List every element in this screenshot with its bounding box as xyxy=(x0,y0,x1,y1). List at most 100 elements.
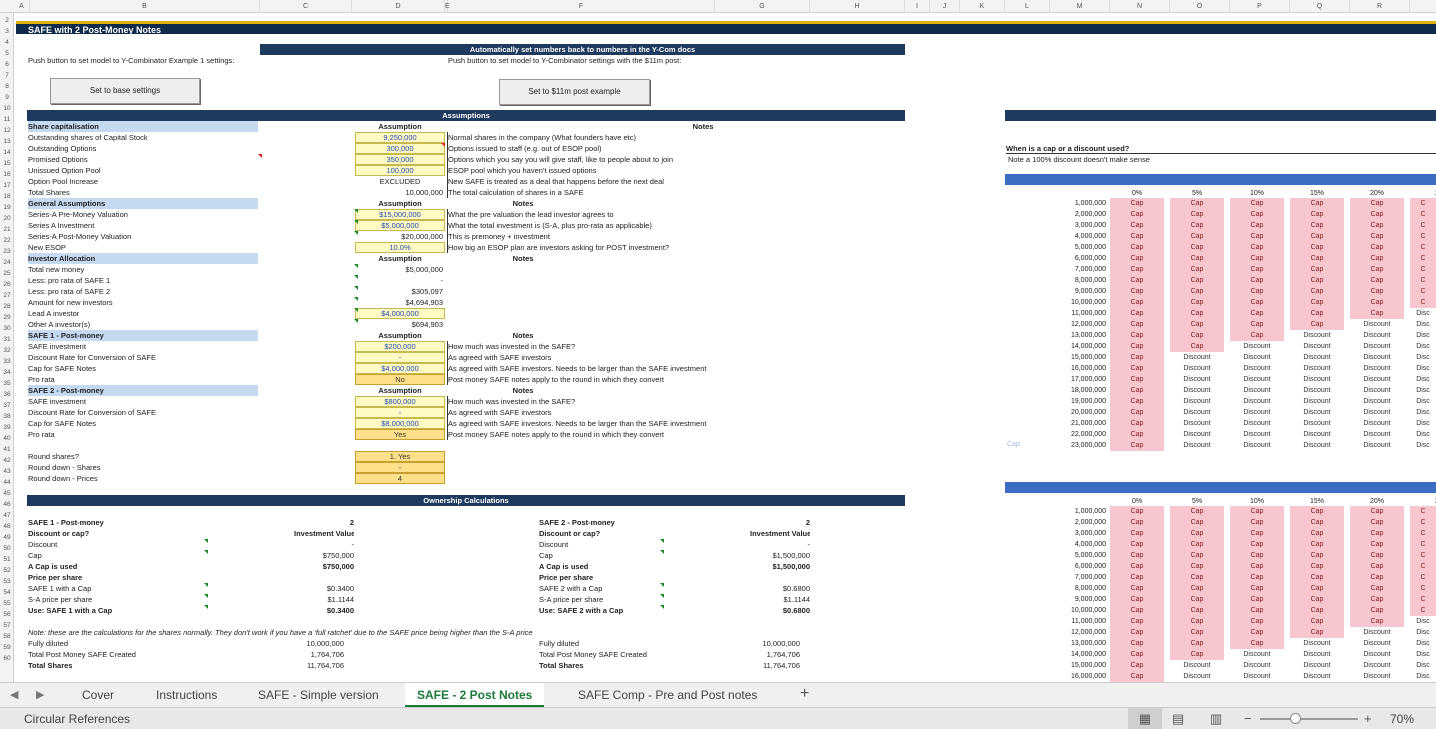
row-number[interactable]: 17 xyxy=(0,180,14,191)
row-number[interactable]: 21 xyxy=(0,224,14,235)
column-header[interactable]: M xyxy=(1050,0,1110,13)
column-header[interactable]: L xyxy=(1005,0,1050,13)
row-number[interactable]: 58 xyxy=(0,631,14,642)
assumption-select[interactable]: Yes xyxy=(355,429,445,440)
row-number[interactable]: 35 xyxy=(0,378,14,389)
column-header[interactable]: R xyxy=(1350,0,1410,13)
row-number[interactable]: 10 xyxy=(0,103,14,114)
row-number[interactable]: 50 xyxy=(0,543,14,554)
assumption-input[interactable]: $4,000,000 xyxy=(355,363,445,374)
set-base-button[interactable]: Set to base settings xyxy=(50,78,200,104)
prev-sheet-icon[interactable]: ◀ xyxy=(10,688,18,701)
assumption-input[interactable]: - xyxy=(355,352,445,363)
column-header[interactable]: D xyxy=(352,0,445,13)
row-number[interactable]: 7 xyxy=(0,70,14,81)
row-number[interactable]: 26 xyxy=(0,279,14,290)
row-number[interactable]: 45 xyxy=(0,488,14,499)
column-header[interactable]: G xyxy=(715,0,810,13)
set-11m-button[interactable]: Set to $11m post example xyxy=(499,79,650,105)
column-header[interactable]: P xyxy=(1230,0,1290,13)
column-header[interactable]: A xyxy=(14,0,30,13)
page-break-icon[interactable]: ▥ xyxy=(1210,708,1222,729)
zoom-slider-thumb[interactable] xyxy=(1290,713,1301,724)
row-number[interactable]: 4 xyxy=(0,37,14,48)
row-number[interactable]: 9 xyxy=(0,92,14,103)
row-number[interactable]: 19 xyxy=(0,202,14,213)
column-header[interactable]: H xyxy=(810,0,905,13)
row-number[interactable]: 33 xyxy=(0,356,14,367)
add-sheet-icon[interactable]: + xyxy=(800,685,809,703)
assumption-select[interactable]: 4 xyxy=(355,473,445,484)
row-number[interactable]: 20 xyxy=(0,213,14,224)
assumption-input[interactable]: - xyxy=(355,407,445,418)
tab-safe-2-post-notes[interactable]: SAFE - 2 Post Notes xyxy=(405,683,545,707)
row-number[interactable]: 52 xyxy=(0,565,14,576)
tab-safe-simple-version[interactable]: SAFE - Simple version xyxy=(246,683,391,707)
row-number[interactable]: 32 xyxy=(0,345,14,356)
row-number[interactable]: 8 xyxy=(0,81,14,92)
page-layout-icon[interactable]: ▤ xyxy=(1172,708,1184,729)
column-header[interactable]: B xyxy=(30,0,260,13)
assumption-select[interactable]: 1. Yes xyxy=(355,451,445,462)
row-number[interactable]: 31 xyxy=(0,334,14,345)
row-number[interactable]: 27 xyxy=(0,290,14,301)
row-number[interactable]: 18 xyxy=(0,191,14,202)
tab-safe-comp-pre-and-post-notes[interactable]: SAFE Comp - Pre and Post notes xyxy=(566,683,769,707)
assumption-input[interactable]: 350,000 xyxy=(355,154,445,165)
column-header[interactable]: F xyxy=(448,0,715,13)
assumption-select[interactable]: No xyxy=(355,374,445,385)
row-number[interactable]: 28 xyxy=(0,301,14,312)
assumption-input[interactable]: $4,000,000 xyxy=(355,308,445,319)
assumption-input[interactable]: $5,000,000 xyxy=(355,220,445,231)
column-header[interactable]: O xyxy=(1170,0,1230,13)
row-number[interactable]: 3 xyxy=(0,26,14,37)
assumption-input[interactable]: $200,000 xyxy=(355,341,445,352)
row-number[interactable]: 60 xyxy=(0,653,14,664)
column-header[interactable]: J xyxy=(930,0,960,13)
row-number[interactable]: 11 xyxy=(0,114,14,125)
zoom-in-icon[interactable]: + xyxy=(1364,708,1372,729)
row-number[interactable]: 5 xyxy=(0,48,14,59)
row-number[interactable]: 14 xyxy=(0,147,14,158)
assumption-input[interactable]: 300,000 xyxy=(355,143,445,154)
row-number[interactable]: 15 xyxy=(0,158,14,169)
zoom-out-icon[interactable]: − xyxy=(1244,708,1252,729)
row-number[interactable]: 37 xyxy=(0,400,14,411)
row-number[interactable]: 29 xyxy=(0,312,14,323)
tab-instructions[interactable]: Instructions xyxy=(144,683,229,707)
row-number[interactable]: 46 xyxy=(0,499,14,510)
row-number[interactable]: 51 xyxy=(0,554,14,565)
row-number[interactable]: 42 xyxy=(0,455,14,466)
assumption-input[interactable]: $15,000,000 xyxy=(355,209,445,220)
row-number[interactable]: 38 xyxy=(0,411,14,422)
assumption-input[interactable]: $800,000 xyxy=(355,396,445,407)
row-number[interactable]: 59 xyxy=(0,642,14,653)
next-sheet-icon[interactable]: ▶ xyxy=(36,688,44,701)
row-number[interactable]: 2 xyxy=(0,15,14,26)
row-number[interactable]: 55 xyxy=(0,598,14,609)
row-number[interactable]: 34 xyxy=(0,367,14,378)
zoom-slider[interactable] xyxy=(1260,713,1358,724)
row-number[interactable]: 48 xyxy=(0,521,14,532)
row-number[interactable]: 47 xyxy=(0,510,14,521)
row-number[interactable]: 40 xyxy=(0,433,14,444)
row-number[interactable]: 44 xyxy=(0,477,14,488)
row-number[interactable]: 23 xyxy=(0,246,14,257)
assumption-input[interactable]: $8,000,000 xyxy=(355,418,445,429)
row-number[interactable]: 54 xyxy=(0,587,14,598)
assumption-input[interactable]: 10.0% xyxy=(355,242,445,253)
row-number[interactable]: 43 xyxy=(0,466,14,477)
row-number[interactable]: 12 xyxy=(0,125,14,136)
row-number[interactable]: 16 xyxy=(0,169,14,180)
column-header[interactable]: K xyxy=(960,0,1005,13)
row-number[interactable]: 13 xyxy=(0,136,14,147)
row-number[interactable]: 56 xyxy=(0,609,14,620)
row-number[interactable]: 22 xyxy=(0,235,14,246)
column-header[interactable]: C xyxy=(260,0,352,13)
row-number[interactable]: 49 xyxy=(0,532,14,543)
tab-cover[interactable]: Cover xyxy=(70,683,126,707)
assumption-input[interactable]: 100,000 xyxy=(355,165,445,176)
column-header[interactable]: Q xyxy=(1290,0,1350,13)
row-number[interactable]: 39 xyxy=(0,422,14,433)
row-number[interactable]: 6 xyxy=(0,59,14,70)
